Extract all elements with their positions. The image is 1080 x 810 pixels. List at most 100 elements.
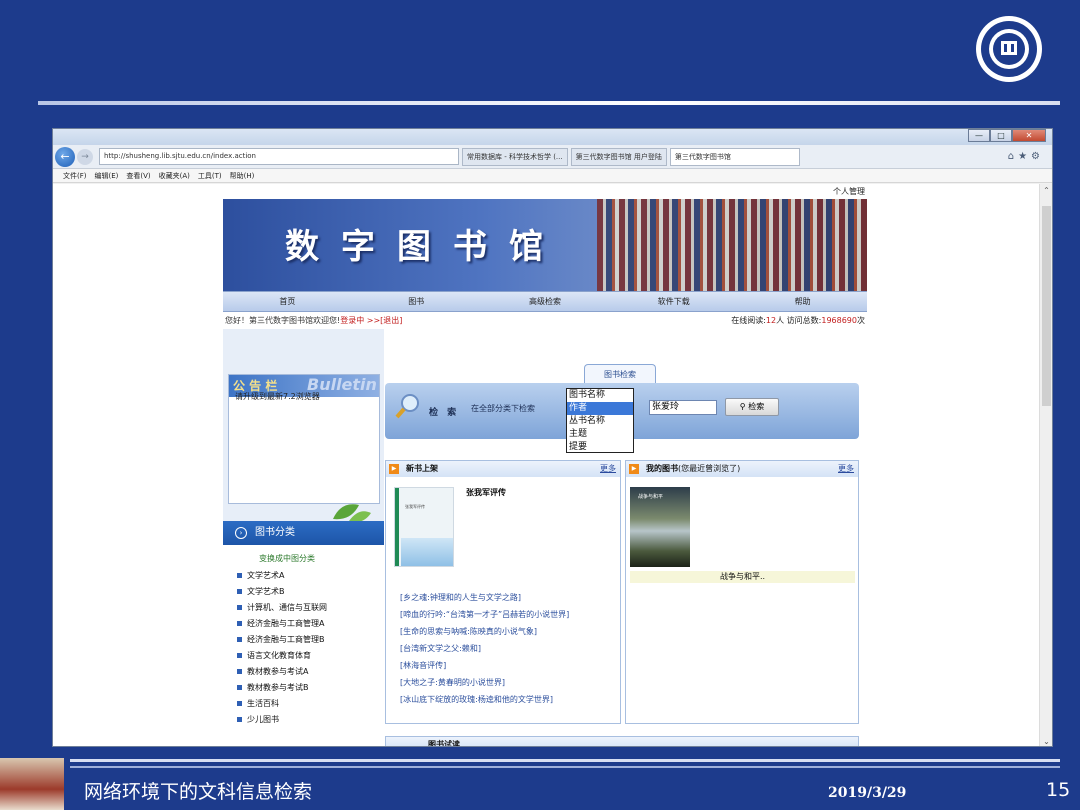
menu-edit[interactable]: 编辑(E)	[95, 171, 119, 181]
visit-unit: 次	[857, 316, 865, 325]
category-header: › 图书分类	[223, 521, 384, 545]
category-item[interactable]: 生活百科	[223, 696, 384, 712]
my-books-title: 我的图书	[646, 464, 678, 473]
option-subject[interactable]: 主题	[567, 428, 633, 441]
cover-text: 战争与和平	[638, 494, 664, 500]
banner-title: 数字图书馆	[285, 227, 565, 267]
nav-home[interactable]: 首页	[223, 296, 352, 307]
book-preview-header: 图书试读	[428, 740, 460, 747]
menu-favorites[interactable]: 收藏夹(A)	[159, 171, 190, 181]
menu-help[interactable]: 帮助(H)	[230, 171, 255, 181]
menu-view[interactable]: 查看(V)	[126, 171, 150, 181]
nav-books[interactable]: 图书	[352, 296, 481, 307]
visit-stats: 在线阅读:12人 访问总数:1968690次	[731, 315, 865, 326]
left-column: Bulletin 公 告 栏 请升级到最新7.2浏览器 › 图书分类 变换成中图分…	[223, 329, 384, 746]
book-link[interactable]: [乡之魂:钟理和的人生与文学之路]	[400, 591, 620, 604]
footer-rule	[70, 759, 1060, 762]
my-books-header: ▶ 我的图书(您最近曾浏览了) 更多	[626, 461, 858, 477]
featured-book-title[interactable]: 张我军评传	[466, 487, 506, 498]
category-item[interactable]: 少儿图书	[223, 712, 384, 728]
address-bar-row: ← → http://shusheng.lib.sjtu.edu.cn/inde…	[53, 145, 1052, 169]
forward-button[interactable]: →	[77, 148, 93, 165]
new-books-panel: ▶ 新书上架 更多 张我军评传 张我军评传 [乡之魂:钟理和的人生与文学之路] …	[385, 460, 621, 724]
new-books-more-link[interactable]: 更多	[600, 461, 616, 477]
page-viewport: 个人管理 数字图书馆 首页 图书 高级检索 软件下载 帮助 您好！第三代数字图书…	[53, 184, 1041, 747]
my-books-panel: ▶ 我的图书(您最近曾浏览了) 更多 战争与和平 战争与和平..	[625, 460, 859, 724]
close-button[interactable]: ✕	[1012, 129, 1046, 142]
menu-bar: 文件(F) 编辑(E) 查看(V) 收藏夹(A) 工具(T) 帮助(H)	[53, 169, 1052, 183]
tab-login[interactable]: 第三代数字图书馆 用户登陆	[570, 147, 667, 166]
my-books-more-link[interactable]: 更多	[838, 461, 854, 477]
option-author[interactable]: 作者	[567, 402, 633, 415]
personal-management-link[interactable]: 个人管理	[833, 186, 865, 197]
logout-link[interactable]: 登录中 >>[退出]	[340, 316, 402, 325]
welcome-text: 您好！第三代数字图书馆欢迎您!登录中 >>[退出]	[225, 315, 402, 326]
favorites-star-icon[interactable]: ★	[1018, 151, 1031, 162]
search-button-label: 检索	[748, 402, 765, 411]
menu-tools[interactable]: 工具(T)	[198, 171, 222, 181]
search-box: 检 索 在全部分类下检索 图书名称 作者 丛书名称 主题 提要 张爱玲 ⚲ 检索	[385, 383, 859, 453]
university-seal-icon	[981, 21, 1037, 77]
scroll-down-icon[interactable]: ⌄	[1040, 737, 1052, 746]
vertical-scrollbar[interactable]: ⌃ ⌄	[1039, 184, 1052, 746]
book-cover[interactable]: 战争与和平	[630, 487, 690, 567]
browser-window: — □ ✕ ← → http://shusheng.lib.sjtu.edu.c…	[52, 128, 1053, 747]
visit-total: 1968690	[821, 316, 857, 325]
nav-software-download[interactable]: 软件下载	[609, 296, 738, 307]
search-button[interactable]: ⚲ 检索	[725, 398, 779, 416]
footer-campus-image	[0, 758, 64, 810]
library-page: 个人管理 数字图书馆 首页 图书 高级检索 软件下载 帮助 您好！第三代数字图书…	[223, 184, 867, 747]
nav-help[interactable]: 帮助	[738, 296, 867, 307]
footer-title: 网络环境下的文科信息检索	[84, 781, 313, 803]
category-item[interactable]: 经济金融与工商管理A	[223, 616, 384, 632]
maximize-button[interactable]: □	[990, 129, 1012, 142]
nav-advanced-search[interactable]: 高级检索	[481, 296, 610, 307]
tab-digital-library[interactable]: 第三代数字图书馆	[669, 147, 800, 166]
book-link[interactable]: [冰山底下绽放的玫瑰:杨逵和他的文学世界]	[400, 693, 620, 706]
online-count: 12	[765, 316, 777, 325]
option-title[interactable]: 图书名称	[567, 389, 633, 402]
home-icon[interactable]: ⌂	[1008, 151, 1018, 162]
slide-top-rule	[38, 101, 1060, 105]
welcome-prefix: 您好！第三代数字图书馆欢迎您!	[225, 316, 341, 325]
category-item[interactable]: 计算机、通信与互联网	[223, 600, 384, 616]
search-scope-text: 在全部分类下检索	[471, 404, 535, 413]
my-books-subtitle: (您最近曾浏览了)	[678, 464, 741, 473]
recent-book-name[interactable]: 战争与和平..	[630, 571, 855, 583]
site-nav: 首页 图书 高级检索 软件下载 帮助	[223, 291, 867, 312]
book-link[interactable]: [生命的思索与呐喊:陈映真的小说气象]	[400, 625, 620, 638]
book-link[interactable]: [啼血的行吟:“台湾第一才子”吕赫若的小说世界]	[400, 608, 620, 621]
book-link[interactable]: [林海音评传]	[400, 659, 620, 672]
book-cover[interactable]: 张我军评传	[394, 487, 454, 567]
category-item[interactable]: 文学艺术A	[223, 568, 384, 584]
search-field-select[interactable]: 图书名称 作者 丛书名称 主题 提要	[566, 388, 634, 453]
category-item[interactable]: 教材教参与考试B	[223, 680, 384, 696]
tab-databases[interactable]: 常用数据库 - 科学技术哲学 (...	[462, 147, 568, 166]
arrow-right-icon: ▶	[389, 464, 399, 474]
category-item[interactable]: 文学艺术B	[223, 584, 384, 600]
search-input[interactable]: 张爱玲	[649, 400, 717, 415]
category-list: 变换成中图分类 文学艺术A 文学艺术B 计算机、通信与互联网 经济金融与工商管理…	[223, 545, 384, 746]
new-books-title: 新书上架	[406, 464, 438, 473]
category-item[interactable]: 教材教参与考试A	[223, 664, 384, 680]
option-series[interactable]: 丛书名称	[567, 415, 633, 428]
category-item[interactable]: 语言文化教育体育	[223, 648, 384, 664]
footer-rule-thin	[70, 766, 1060, 768]
magnifier-icon	[395, 394, 419, 419]
minimize-button[interactable]: —	[968, 129, 990, 142]
new-books-header: ▶ 新书上架 更多	[386, 461, 620, 477]
menu-file[interactable]: 文件(F)	[63, 171, 87, 181]
scroll-up-icon[interactable]: ⌃	[1040, 186, 1052, 195]
book-link[interactable]: [大地之子:黄春明的小说世界]	[400, 676, 620, 689]
gear-icon[interactable]: ⚙	[1031, 151, 1044, 162]
search-label: 检 索	[429, 408, 460, 418]
category-item[interactable]: 经济金融与工商管理B	[223, 632, 384, 648]
tab-book-search[interactable]: 图书检索	[584, 364, 656, 384]
address-input[interactable]: http://shusheng.lib.sjtu.edu.cn/index.ac…	[99, 148, 459, 165]
option-abstract[interactable]: 提要	[567, 441, 633, 454]
scrollbar-thumb[interactable]	[1042, 206, 1051, 406]
switch-classification-link[interactable]: 变换成中图分类	[223, 553, 384, 564]
back-button[interactable]: ←	[55, 146, 75, 167]
footer-date: 2019/3/29	[828, 785, 907, 801]
book-link[interactable]: [台湾新文学之父:赖和]	[400, 642, 620, 655]
